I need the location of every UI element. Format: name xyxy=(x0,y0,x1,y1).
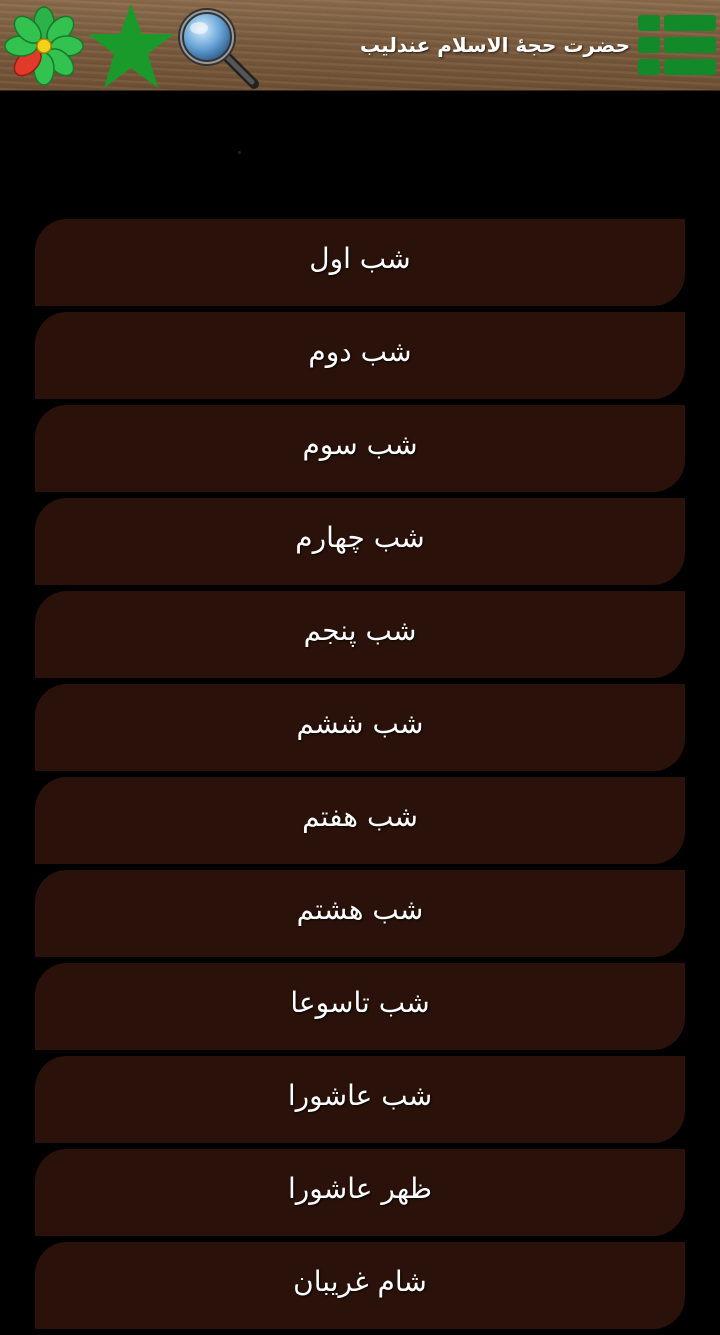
menu-item-label: شب ششم xyxy=(296,707,424,740)
menu-item-ashura-night[interactable]: شب عاشورا xyxy=(35,1056,685,1143)
flower-icon[interactable] xyxy=(4,6,84,86)
menu-item-label: شب هفتم xyxy=(302,800,418,833)
decorative-dot xyxy=(238,151,241,154)
menu-item-label: شب اول xyxy=(309,242,411,275)
menu-item-label: شام غریبان xyxy=(293,1265,427,1298)
menu-item-label: شب هشتم xyxy=(296,893,424,926)
menu-item-sham-ghariban[interactable]: شام غریبان xyxy=(35,1242,685,1329)
menu-item-night-1[interactable]: شب اول xyxy=(35,219,685,306)
menu-list: شب اول شب دوم شب سوم شب چهارم شب پنجم شب… xyxy=(35,219,685,1335)
menu-item-night-6[interactable]: شب ششم xyxy=(35,684,685,771)
search-icon[interactable] xyxy=(174,4,260,90)
menu-item-night-7[interactable]: شب هفتم xyxy=(35,777,685,864)
menu-item-label: شب عاشورا xyxy=(287,1079,433,1112)
menu-item-label: ظهر عاشورا xyxy=(288,1172,433,1205)
menu-item-night-4[interactable]: شب چهارم xyxy=(35,498,685,585)
menu-item-night-8[interactable]: شب هشتم xyxy=(35,870,685,957)
menu-item-tasua[interactable]: شب تاسوعا xyxy=(35,963,685,1050)
menu-item-ashura-noon[interactable]: ظهر عاشورا xyxy=(35,1149,685,1236)
menu-item-night-3[interactable]: شب سوم xyxy=(35,405,685,492)
star-icon[interactable] xyxy=(86,2,176,90)
menu-item-label: شب دوم xyxy=(308,335,412,368)
menu-item-night-2[interactable]: شب دوم xyxy=(35,312,685,399)
menu-grid-icon[interactable] xyxy=(638,15,716,77)
top-bar: حضرت حجۀ الاسلام عندلیب xyxy=(0,0,720,91)
menu-item-label: شب چهارم xyxy=(295,521,425,554)
menu-item-night-5[interactable]: شب پنجم xyxy=(35,591,685,678)
menu-item-label: شب تاسوعا xyxy=(290,986,430,1019)
page-title: حضرت حجۀ الاسلام عندلیب xyxy=(360,33,630,57)
menu-item-label: شب پنجم xyxy=(303,614,417,647)
menu-item-label: شب سوم xyxy=(302,428,418,461)
